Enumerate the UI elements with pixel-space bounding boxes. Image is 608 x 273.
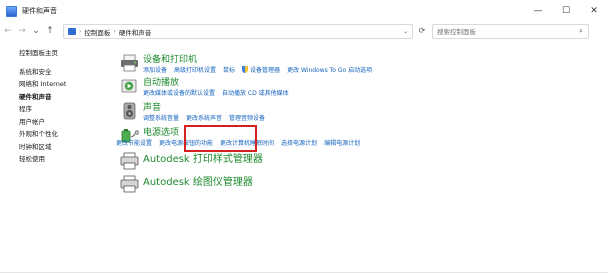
search-icon[interactable]: ⌕ [579, 27, 583, 36]
sidebar-item-system-security[interactable]: 系统和安全 [19, 66, 109, 79]
address-dropdown-icon[interactable]: ⌄ [403, 28, 408, 35]
sidebar-item-programs[interactable]: 程序 [19, 103, 109, 116]
link-edit-power-plan[interactable]: 编辑电源计划 [324, 138, 360, 147]
link-media-defaults[interactable]: 更改媒体或设备的默认设置 [143, 88, 215, 97]
link-change-system-sounds[interactable]: 更改系统声音 [186, 113, 222, 122]
link-manage-audio-devices[interactable]: 管理音频设备 [229, 113, 265, 122]
link-autoplay-cd[interactable]: 自动播放 CD 或其他媒体 [222, 88, 289, 97]
category-links: 更改媒体或设备的默认设置 自动播放 CD 或其他媒体 [143, 88, 296, 97]
sidebar-item-user-accounts[interactable]: 用户帐户 [19, 116, 109, 129]
sidebar-item-appearance[interactable]: 外观和个性化 [19, 128, 109, 141]
category-devices-printers: 设备和打印机 添加设备 高级打印机设置 鼠标 设备管理器 更改 Windows … [120, 52, 570, 76]
minimize-button[interactable]: — [524, 0, 552, 22]
control-panel-icon [68, 28, 76, 35]
autodesk-plotter-icon [120, 175, 139, 193]
search-input[interactable] [433, 27, 579, 36]
link-windows-to-go[interactable]: 更改 Windows To Go 启动选项 [287, 65, 372, 74]
link-adjust-volume[interactable]: 调整系统音量 [143, 113, 179, 122]
close-button[interactable]: ✕ [580, 0, 608, 22]
sidebar-item-ease-of-access[interactable]: 轻松使用 [19, 153, 109, 166]
search-box[interactable]: ⌕ [432, 24, 589, 39]
autodesk-printer-icon [120, 152, 139, 170]
category-autodesk-plotter: Autodesk 绘图仪管理器 [120, 173, 570, 195]
breadcrumb-hardware-sound[interactable]: 硬件和声音 [119, 27, 152, 37]
link-change-power-saving[interactable]: 更改节能设置 [116, 138, 152, 147]
breadcrumb-control-panel[interactable]: 控制面板 [84, 27, 110, 37]
title-bar: 硬件和声音 — ☐ ✕ [0, 0, 608, 22]
sidebar-item-network[interactable]: 网络和 Internet [19, 78, 109, 91]
category-title[interactable]: 电源选项 [143, 125, 179, 138]
highlight-box [184, 125, 257, 152]
device-manager-label: 设备管理器 [250, 67, 281, 74]
sidebar-item-home[interactable]: 控制面板主页 [19, 47, 109, 60]
category-links: 添加设备 高级打印机设置 鼠标 设备管理器 更改 Windows To Go 启… [143, 65, 379, 74]
category-title[interactable]: Autodesk 绘图仪管理器 [143, 173, 253, 188]
category-autoplay: 自动播放 更改媒体或设备的默认设置 自动播放 CD 或其他媒体 [120, 75, 570, 99]
category-title[interactable]: 设备和打印机 [143, 52, 197, 65]
recent-locations-button[interactable]: ⌄ [30, 24, 42, 38]
maximize-button[interactable]: ☐ [552, 0, 580, 22]
autoplay-icon [121, 79, 137, 93]
breadcrumb-separator: › [79, 28, 82, 35]
category-title[interactable]: Autodesk 打印样式管理器 [143, 150, 263, 165]
link-add-device[interactable]: 添加设备 [143, 65, 167, 74]
breadcrumb-separator: › [113, 28, 116, 35]
printer-icon [121, 54, 138, 72]
refresh-button[interactable]: ⟳ [415, 24, 429, 37]
navigation-bar: ← → ⌄ ↑ › 控制面板 › 硬件和声音 ⌄ ⟳ ⌕ [0, 22, 608, 40]
window-title: 硬件和声音 [22, 7, 57, 15]
link-mouse[interactable]: 鼠标 [223, 65, 235, 74]
sidebar: 控制面板主页 系统和安全 网络和 Internet 硬件和声音 程序 用户帐户 … [19, 47, 109, 166]
sidebar-item-hardware-sound: 硬件和声音 [19, 92, 52, 101]
back-button[interactable]: ← [2, 24, 14, 38]
category-links: 调整系统音量 更改系统声音 管理音频设备 [143, 113, 272, 122]
control-panel-icon [6, 5, 17, 17]
up-button[interactable]: ↑ [44, 24, 56, 38]
category-autodesk-plot-style: Autodesk 打印样式管理器 [120, 150, 570, 172]
sidebar-item-clock-region[interactable]: 时钟和区域 [19, 141, 109, 154]
category-title[interactable]: 自动播放 [143, 75, 179, 88]
shield-icon [242, 66, 249, 73]
category-title[interactable]: 声音 [143, 100, 161, 113]
speaker-icon [123, 102, 136, 120]
link-device-manager[interactable]: 设备管理器 [242, 65, 280, 74]
link-advanced-printer-setup[interactable]: 高级打印机设置 [174, 65, 216, 74]
address-bar[interactable]: › 控制面板 › 硬件和声音 ⌄ [63, 24, 413, 39]
forward-button[interactable]: → [16, 24, 28, 38]
link-choose-power-plan[interactable]: 选择电源计划 [281, 138, 317, 147]
window-controls: — ☐ ✕ [524, 0, 608, 22]
category-sound: 声音 调整系统音量 更改系统声音 管理音频设备 [120, 100, 570, 124]
